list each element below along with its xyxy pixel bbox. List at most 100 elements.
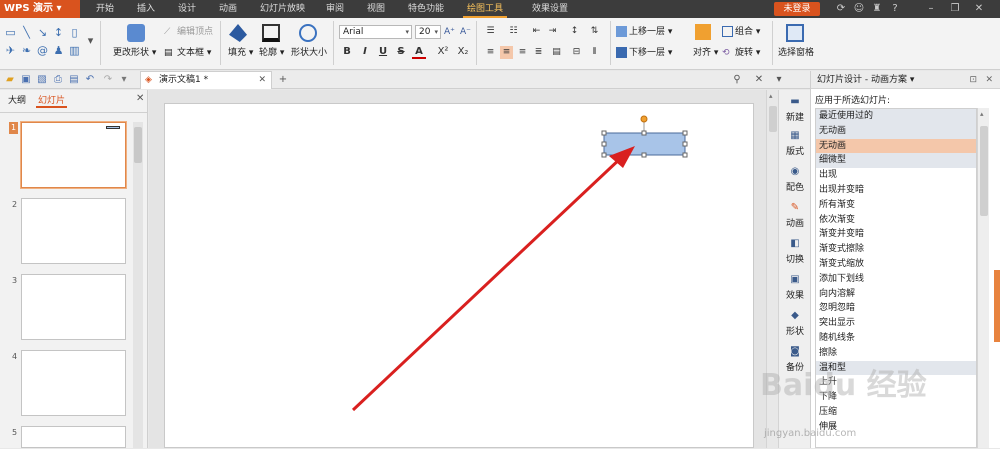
effect-item[interactable]: 渐变式擦除	[816, 242, 976, 257]
italic-button[interactable]: I	[358, 45, 372, 59]
tab-review[interactable]: 审阅	[322, 0, 348, 18]
font-color-button[interactable]: A	[412, 45, 426, 59]
save-icon[interactable]: ▣	[19, 73, 33, 87]
side-shape-button[interactable]: ◆ 形状	[779, 310, 811, 337]
login-button[interactable]: 未登录	[774, 2, 820, 16]
scroll-up-icon[interactable]: ▴	[769, 92, 773, 100]
numbered-list-icon[interactable]: ☷	[507, 25, 520, 38]
selection-pane-button[interactable]: 选择窗格	[778, 47, 814, 59]
scroll-up-icon[interactable]: ▴	[980, 110, 984, 118]
tab-view[interactable]: 视图	[363, 0, 389, 18]
redo-icon[interactable]: ↷	[101, 73, 115, 87]
align-center-icon[interactable]: ≡	[500, 46, 513, 59]
tab-slideshow[interactable]: 幻灯片放映	[256, 0, 309, 18]
shape-size-button[interactable]: 形状大小	[291, 47, 327, 59]
undo-icon[interactable]: ↶	[83, 73, 97, 87]
airplane-shape-icon[interactable]: ✈	[4, 44, 17, 57]
fill-button[interactable]: 填充 ▾	[228, 47, 253, 59]
align-button[interactable]: 对齐 ▾	[693, 47, 718, 59]
subscript-button[interactable]: X₂	[456, 45, 470, 59]
font-grow-icon[interactable]: A⁺	[444, 26, 455, 38]
tab-slides[interactable]: 幻灯片	[36, 94, 68, 108]
effect-item[interactable]: 依次渐变	[816, 213, 976, 228]
slide-thumbnail-5[interactable]	[21, 426, 126, 448]
print-preview-icon[interactable]: ▤	[67, 73, 81, 87]
font-name-select[interactable]: Arial ▾	[339, 25, 412, 39]
slide-thumbnail-4[interactable]	[21, 350, 126, 416]
rectangle-outline-icon[interactable]: ▯	[68, 26, 81, 39]
align-left-icon[interactable]: ≡	[484, 46, 497, 59]
tab-list-icon[interactable]: ▾	[772, 73, 786, 87]
leaf-shape-icon[interactable]: ❧	[20, 44, 33, 57]
tab-close-all-icon[interactable]: ✕	[752, 73, 766, 87]
vertical-align-icon[interactable]: ⊟	[570, 46, 583, 59]
effect-item[interactable]: 随机线条	[816, 331, 976, 346]
tab-design[interactable]: 设计	[174, 0, 200, 18]
text-box-button[interactable]: ▤ 文本框 ▾	[164, 47, 211, 59]
effect-item[interactable]: 添加下划线	[816, 272, 976, 287]
bullet-list-icon[interactable]: ☰	[484, 25, 497, 38]
restore-icon[interactable]: ❐	[948, 2, 962, 16]
underline-button[interactable]: U	[376, 45, 390, 59]
effect-item[interactable]: 忽明忽暗	[816, 301, 976, 316]
effect-item[interactable]: 无动画	[816, 138, 976, 154]
effect-item[interactable]: 擦除	[816, 346, 976, 361]
group-button[interactable]: 组合 ▾	[722, 26, 760, 38]
effect-item[interactable]: 渐变式缩放	[816, 257, 976, 272]
new-tab-icon[interactable]: +	[276, 73, 290, 87]
rotate-button[interactable]: ⟲ 旋转 ▾	[722, 47, 760, 59]
slides-scrollbar[interactable]	[133, 122, 143, 448]
minimize-icon[interactable]: –	[924, 2, 938, 16]
side-color-button[interactable]: ◉ 配色	[779, 166, 811, 193]
change-shape-button[interactable]: 更改形状 ▾	[113, 47, 156, 59]
scrollbar-thumb[interactable]	[980, 126, 988, 216]
refresh-icon[interactable]: ⟳	[834, 2, 848, 16]
send-backward-button[interactable]: 下移一层 ▾	[616, 47, 672, 59]
scrollbar-thumb[interactable]	[134, 127, 142, 163]
side-effect-button[interactable]: ▣ 效果	[779, 274, 811, 301]
tab-drawing-tools[interactable]: 绘图工具	[463, 0, 508, 18]
print-icon[interactable]: ⎙	[51, 73, 65, 87]
at-symbol-icon[interactable]: @	[36, 44, 49, 57]
slide-thumbnail-1[interactable]	[21, 122, 126, 188]
effect-item[interactable]: 向内溶解	[816, 287, 976, 302]
help-icon[interactable]: ?	[888, 2, 902, 16]
tab-effect-settings[interactable]: 效果设置	[528, 0, 572, 18]
effect-item[interactable]: 压缩	[816, 405, 976, 420]
justify-icon[interactable]: ≣	[532, 46, 545, 59]
superscript-button[interactable]: X²	[436, 45, 450, 59]
window-shape-icon[interactable]: ▥	[68, 44, 81, 57]
columns-icon[interactable]: ⫴	[588, 46, 601, 59]
pin-icon[interactable]: ⊡	[969, 71, 977, 89]
gallery-more-icon[interactable]: ▾	[84, 34, 97, 47]
rectangle-shape-icon[interactable]: ▭	[4, 26, 17, 39]
strikethrough-button[interactable]: S	[394, 45, 408, 59]
double-arrow-shape-icon[interactable]: ↕	[52, 26, 65, 39]
tab-insert[interactable]: 插入	[133, 0, 159, 18]
outline-button[interactable]: 轮廓 ▾	[259, 47, 284, 59]
font-shrink-icon[interactable]: A⁻	[460, 26, 471, 38]
tab-special[interactable]: 特色功能	[404, 0, 448, 18]
side-edge-tab[interactable]	[994, 270, 1000, 342]
customize-chevron-icon[interactable]: ▾	[117, 73, 131, 87]
app-menu-button[interactable]: WPS 演示 ▾	[0, 0, 80, 18]
distribute-icon[interactable]: ▤	[550, 46, 563, 59]
indent-increase-icon[interactable]: ⇥	[546, 25, 559, 38]
effect-item[interactable]: 渐变并变暗	[816, 227, 976, 242]
line-shape-icon[interactable]: ╲	[20, 26, 33, 39]
close-pane-icon[interactable]: ✕	[985, 71, 993, 89]
side-new-button[interactable]: ▬ 新建	[779, 96, 811, 123]
effect-item[interactable]: 突出显示	[816, 316, 976, 331]
effect-item[interactable]: 所有渐变	[816, 198, 976, 213]
close-panel-icon[interactable]: ✕	[136, 93, 144, 104]
skin-icon[interactable]: ☺	[852, 2, 866, 16]
close-tab-icon[interactable]: ✕	[258, 72, 266, 89]
font-size-select[interactable]: 20 ▾	[415, 25, 441, 39]
slide-editor[interactable]	[164, 103, 754, 448]
tab-home[interactable]: 开始	[92, 0, 118, 18]
text-direction-icon[interactable]: ⇅	[588, 25, 601, 38]
open-folder-icon[interactable]: ▰	[3, 73, 17, 87]
side-transition-button[interactable]: ◧ 切换	[779, 238, 811, 265]
android-icon[interactable]: ♟	[52, 44, 65, 57]
list-scrollbar[interactable]: ▴	[977, 108, 989, 448]
